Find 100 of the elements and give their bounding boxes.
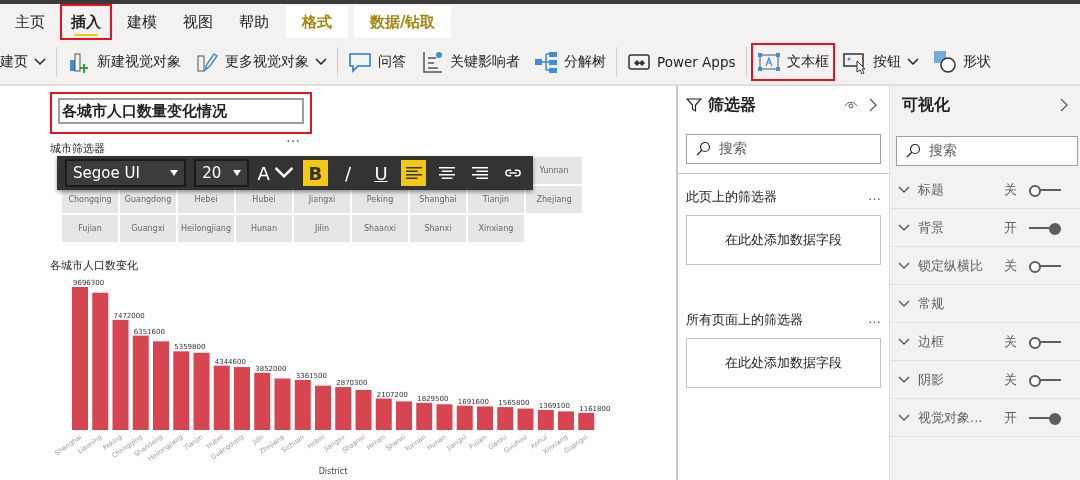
slicer-tile[interactable]: Xinxiang bbox=[468, 215, 524, 242]
drop-zone[interactable]: 在此处添加数据字段 bbox=[686, 215, 881, 265]
format-card[interactable]: 阴影 关 bbox=[890, 361, 1080, 399]
chevron-down-icon bbox=[898, 337, 910, 346]
influencer-chart-icon bbox=[420, 50, 444, 74]
font-color-button[interactable]: A bbox=[256, 160, 295, 186]
slicer-tile[interactable]: Heilongjiang bbox=[178, 215, 234, 242]
card-label: 常规 bbox=[918, 294, 945, 313]
align-icon bbox=[403, 165, 424, 181]
chevron-down-icon bbox=[898, 299, 910, 308]
bar bbox=[294, 379, 311, 430]
ribbon-tab[interactable]: 建模 bbox=[116, 4, 168, 40]
bar bbox=[456, 405, 473, 430]
more-options[interactable]: … bbox=[868, 188, 881, 206]
text-box-icon bbox=[756, 50, 781, 74]
slicer-title: 城市筛选器 bbox=[50, 143, 105, 155]
more-options[interactable]: … bbox=[286, 133, 300, 143]
toggle-state: 开 bbox=[1004, 218, 1017, 237]
chevron-down-icon bbox=[898, 261, 910, 270]
section-title: 此页上的筛选器 bbox=[686, 188, 777, 206]
toolbar-button[interactable]: 按钮 bbox=[836, 43, 925, 81]
bar bbox=[477, 406, 493, 430]
card-label: 边框 bbox=[918, 332, 945, 351]
bar bbox=[375, 398, 392, 430]
bar bbox=[517, 408, 534, 430]
align-icon bbox=[469, 165, 490, 181]
bar bbox=[578, 412, 595, 430]
more-options[interactable]: … bbox=[868, 311, 881, 329]
bar bbox=[234, 367, 250, 430]
italic-button[interactable]: / bbox=[335, 160, 361, 186]
format-card[interactable]: 边框 关 bbox=[890, 323, 1080, 361]
toggle-switch[interactable] bbox=[1029, 374, 1061, 385]
axis-title: District bbox=[318, 467, 348, 476]
slicer-tile[interactable]: Fujian bbox=[62, 215, 118, 242]
toggle-switch[interactable] bbox=[1029, 260, 1061, 271]
toolbar-button[interactable]: 关键影响者 bbox=[414, 43, 526, 81]
ribbon-tab[interactable]: 视图 bbox=[172, 4, 224, 40]
align-left-button[interactable] bbox=[401, 160, 427, 186]
ribbon-tab[interactable]: 插入 bbox=[60, 4, 112, 40]
shapes-icon bbox=[932, 50, 957, 74]
slicer-tile[interactable]: Shanxi bbox=[410, 215, 466, 242]
chevron-down-icon bbox=[898, 223, 910, 232]
toolbar-button[interactable]: 文本框 bbox=[750, 43, 835, 81]
bar bbox=[355, 389, 372, 430]
card-label: 标题 bbox=[918, 180, 945, 199]
bar bbox=[315, 385, 331, 430]
chevron-down-icon bbox=[898, 185, 910, 194]
search-placeholder: 搜索 bbox=[929, 142, 957, 160]
ribbon-tab[interactable]: 格式 bbox=[286, 6, 348, 38]
toolbar-button[interactable]: 新建视觉对象 bbox=[61, 43, 187, 81]
format-card[interactable]: 常规 bbox=[890, 285, 1080, 323]
drop-zone[interactable]: 在此处添加数据字段 bbox=[686, 338, 881, 388]
format-card[interactable]: 视觉对象... 开 bbox=[890, 399, 1080, 437]
toolbar-button[interactable]: 问答 bbox=[342, 43, 412, 81]
text-box[interactable]: 各城市人口数量变化情况 bbox=[58, 98, 304, 124]
bold-button[interactable]: B bbox=[302, 160, 328, 186]
search-field[interactable]: 搜索 bbox=[896, 136, 1078, 166]
toggle-state: 关 bbox=[1004, 256, 1017, 275]
toggle-switch[interactable] bbox=[1029, 336, 1061, 347]
format-card[interactable]: 锁定纵横比 关 bbox=[890, 247, 1080, 285]
toolbar-button[interactable]: 建页 bbox=[0, 43, 52, 81]
toolbar-button[interactable]: Power Apps bbox=[621, 43, 742, 81]
toolbar-button[interactable]: 形状 bbox=[926, 43, 991, 81]
toggle-state: 关 bbox=[1004, 180, 1017, 199]
slicer-tile[interactable]: Guangxi bbox=[120, 215, 176, 242]
bar bbox=[436, 404, 453, 430]
toggle-switch[interactable] bbox=[1029, 184, 1061, 195]
search-icon bbox=[905, 143, 921, 159]
bar-chart-plus-icon bbox=[67, 50, 91, 74]
format-card[interactable]: 背景 开 bbox=[890, 209, 1080, 247]
slicer-tile[interactable]: Shaanxi bbox=[352, 215, 408, 242]
decomposition-tree-icon bbox=[534, 50, 558, 74]
toggle-state: 关 bbox=[1004, 332, 1017, 351]
slicer-tile[interactable]: Hunan bbox=[236, 215, 292, 242]
bar bbox=[537, 410, 554, 430]
card-label: 背景 bbox=[918, 218, 945, 237]
chevron-down-icon bbox=[898, 413, 910, 422]
size-dropdown[interactable]: 20 bbox=[194, 159, 249, 187]
bar bbox=[213, 365, 230, 430]
filter-icon bbox=[686, 97, 702, 113]
format-card[interactable]: 标题 关 bbox=[890, 171, 1080, 209]
ribbon-tab[interactable]: 数据/钻取 bbox=[354, 6, 452, 38]
toolbar-button[interactable]: 更多视觉对象 bbox=[189, 43, 333, 81]
chevron-down-icon bbox=[898, 375, 910, 384]
bar bbox=[274, 378, 291, 430]
search-field[interactable]: 搜索 bbox=[686, 134, 881, 164]
slicer-tile[interactable]: Jilin bbox=[294, 215, 350, 242]
card-label: 视觉对象... bbox=[918, 408, 984, 427]
slicer-tile[interactable]: Zhejiang bbox=[526, 186, 582, 213]
toggle-switch[interactable] bbox=[1029, 222, 1061, 233]
ribbon-tab[interactable]: 帮助 bbox=[228, 4, 280, 40]
font-dropdown[interactable]: Segoe UI bbox=[65, 159, 187, 187]
bar bbox=[558, 411, 574, 430]
bar bbox=[254, 372, 271, 430]
underline-button[interactable]: U bbox=[368, 160, 394, 186]
toggle-switch[interactable] bbox=[1029, 412, 1061, 423]
ribbon-tab[interactable]: 主页 bbox=[4, 4, 56, 40]
pane-title: 筛选器 bbox=[708, 94, 757, 116]
bar bbox=[416, 402, 433, 430]
toolbar-button[interactable]: 分解树 bbox=[528, 43, 612, 81]
